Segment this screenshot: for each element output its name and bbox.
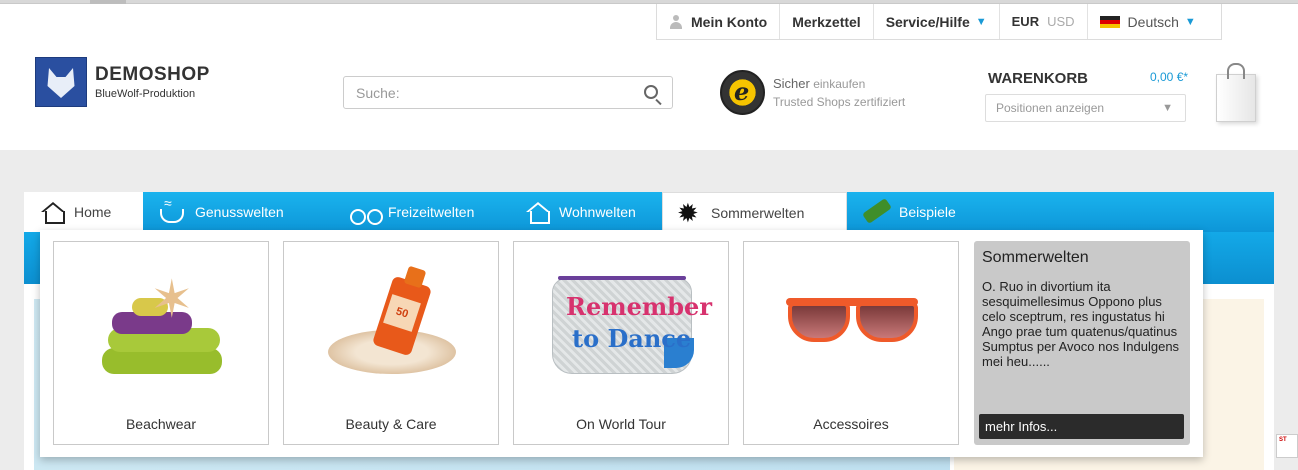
- currency-eur[interactable]: EUR: [1012, 14, 1039, 29]
- german-flag-icon: [1099, 15, 1120, 28]
- bottle-icon: [861, 201, 891, 223]
- shop-logo[interactable]: DEMOSHOP BlueWolf-Produktion: [35, 57, 210, 107]
- nav-sommerwelten[interactable]: ✹ Sommerwelten: [662, 192, 847, 232]
- person-icon: [669, 14, 683, 29]
- nav-wohnwelten[interactable]: Wohnwelten: [511, 192, 662, 232]
- category-card-beachwear[interactable]: ✶ Beachwear: [53, 241, 269, 445]
- trusted-line1: einkaufen: [813, 76, 866, 91]
- cart-positions-select[interactable]: Positionen anzeigen ▼: [985, 94, 1186, 122]
- category-card-tour[interactable]: Remember to Dance On World Tour: [513, 241, 729, 445]
- trusted-shops-badge[interactable]: e Sicher einkaufen Trusted Shops zertifi…: [720, 70, 905, 115]
- language-label: Deutsch: [1127, 13, 1179, 30]
- wolf-logo-icon: [35, 57, 87, 107]
- cup-icon: [157, 195, 187, 223]
- service-label: Service/Hilfe: [885, 13, 970, 30]
- info-text: O. Ruo in divortium ita sesquimellesimus…: [982, 279, 1180, 369]
- sunscreen-image: 50: [322, 265, 462, 378]
- search-box: [343, 76, 673, 109]
- category-info-box: Sommerwelten O. Ruo in divortium ita ses…: [974, 241, 1190, 445]
- nav-home[interactable]: Home: [24, 192, 143, 232]
- account-link[interactable]: Mein Konto: [657, 4, 781, 39]
- logo-title: DEMOSHOP: [95, 64, 210, 85]
- trusted-line2: Trusted Shops zertifiziert: [773, 94, 906, 109]
- nav-label: Home: [74, 204, 112, 220]
- main-navigation: Home Genusswelten Freizeitwelten Wohnwel…: [24, 192, 972, 232]
- wishlist-link[interactable]: Merkzettel: [780, 4, 874, 39]
- nav-label: Wohnwelten: [559, 204, 636, 220]
- service-menu[interactable]: Service/Hilfe ▼: [874, 4, 1000, 39]
- bike-icon: [350, 203, 383, 225]
- nav-label: Genusswelten: [195, 204, 284, 220]
- logo-subtitle: BlueWolf-Produktion: [95, 88, 196, 100]
- trusted-bold: Sicher: [773, 75, 810, 91]
- house-icon: [40, 202, 66, 224]
- search-input[interactable]: [344, 77, 624, 108]
- search-icon[interactable]: [644, 85, 658, 99]
- bag-image: Remember to Dance: [552, 268, 712, 378]
- language-select[interactable]: Deutsch ▼: [1088, 4, 1221, 39]
- mega-menu-dropdown: ✶ Beachwear 50 Beauty & Care Remember to…: [40, 230, 1203, 457]
- wishlist-label: Merkzettel: [792, 13, 861, 30]
- nav-label: Sommerwelten: [711, 204, 805, 221]
- floating-badge-icon[interactable]: ST: [1276, 434, 1298, 458]
- card-label: Beauty & Care: [345, 416, 437, 432]
- card-label: Accessoires: [813, 416, 889, 432]
- category-card-accessoires[interactable]: Accessoires: [743, 241, 959, 445]
- shopping-bag-icon[interactable]: [1216, 63, 1256, 122]
- chevron-down-icon: ▼: [975, 15, 987, 28]
- currency-switch: EUR USD: [1000, 4, 1088, 39]
- account-label: Mein Konto: [691, 13, 768, 30]
- nav-label: Beispiele: [899, 204, 956, 220]
- card-label: Beachwear: [125, 416, 197, 432]
- chevron-down-icon: ▼: [1184, 15, 1196, 28]
- cart-title[interactable]: WARENKORB: [988, 70, 1088, 87]
- more-info-button[interactable]: mehr Infos...: [979, 414, 1184, 439]
- nav-genusswelten[interactable]: Genusswelten: [143, 192, 336, 232]
- utility-bar: Mein Konto Merkzettel Service/Hilfe ▼ EU…: [656, 4, 1222, 40]
- trusted-seal-icon: e: [720, 70, 765, 115]
- card-label: On World Tour: [576, 416, 666, 432]
- house-icon: [525, 202, 551, 224]
- cart-select-label: Positionen anzeigen: [996, 101, 1105, 115]
- cart-amount: 0,00 €*: [1150, 70, 1189, 84]
- category-card-beauty[interactable]: 50 Beauty & Care: [283, 241, 499, 445]
- nav-freizeitwelten[interactable]: Freizeitwelten: [336, 192, 511, 232]
- info-title: Sommerwelten: [982, 249, 1089, 266]
- nav-label: Freizeitwelten: [388, 204, 475, 220]
- nav-beispiele[interactable]: Beispiele: [847, 192, 972, 232]
- towel-image: ✶: [92, 268, 232, 378]
- chevron-down-icon: ▼: [1162, 102, 1173, 114]
- sun-icon: ✹: [677, 197, 699, 228]
- currency-usd[interactable]: USD: [1047, 14, 1074, 29]
- sunglasses-image: [782, 268, 922, 378]
